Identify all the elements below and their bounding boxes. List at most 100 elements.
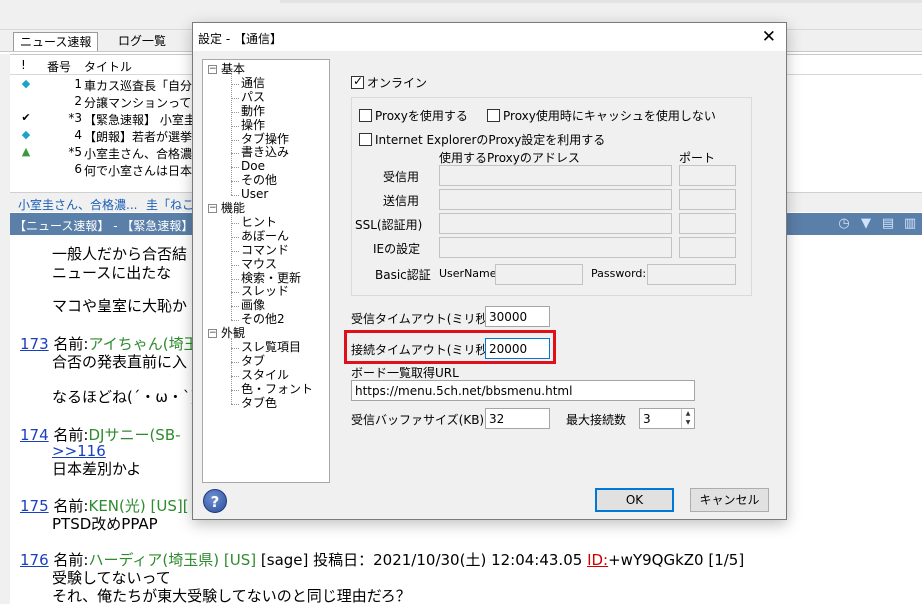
tab-news[interactable]: ニュース速報: [13, 32, 99, 51]
recv-timeout-label: 受信タイムアウト(ミリ秒): [351, 312, 493, 326]
use-proxy-label: Proxyを使用する: [375, 109, 468, 123]
tree-collapse-icon[interactable]: −: [208, 329, 217, 339]
ie-proxy-checkbox[interactable]: Internet ExplorerのProxy設定を利用する: [359, 131, 605, 148]
post-number-link[interactable]: 176: [20, 551, 49, 569]
settings-category-tree: − 基本 通信 パス 動作 操作 タブ操作 書き込み Doe その他 User − 機能 ヒント あぼーんコ…: [202, 59, 330, 483]
check-mark-icon: ✔: [21, 111, 31, 124]
row-number: 1: [74, 77, 82, 91]
col-title[interactable]: タイトル: [84, 58, 132, 75]
tree-item[interactable]: コマンド: [241, 243, 289, 257]
ok-button[interactable]: OK: [595, 488, 674, 512]
conn-timeout-input[interactable]: 20000: [485, 338, 550, 359]
ssl-proxy-port-input[interactable]: [679, 213, 736, 234]
col-mark[interactable]: !: [21, 58, 26, 72]
tree-item[interactable]: マウス: [241, 257, 277, 271]
tree-item[interactable]: 通信: [241, 76, 265, 90]
post-number-link[interactable]: 175: [20, 497, 49, 515]
send-proxy-label: 送信用: [383, 194, 420, 208]
dialog-title: 設定 - 【通信】: [198, 32, 282, 46]
tree-item[interactable]: 画像: [241, 299, 265, 312]
document-icon[interactable]: ▤: [880, 216, 896, 232]
row-title: 何で小室さんは日本で: [84, 164, 205, 178]
ie-proxy-port-input[interactable]: [679, 237, 736, 258]
reload-icon[interactable]: ◷: [836, 216, 852, 232]
post-number-link[interactable]: 173: [20, 335, 49, 353]
use-proxy-checkbox[interactable]: Proxyを使用する: [359, 107, 468, 124]
close-icon[interactable]: ✕: [762, 27, 776, 47]
max-conn-stepper[interactable]: 3 ▲ ▼: [639, 408, 695, 429]
tree-collapse-icon[interactable]: −: [208, 65, 217, 74]
tree-item[interactable]: 色・フォント: [241, 382, 313, 396]
tree-item[interactable]: ヒント: [241, 215, 277, 229]
tree-item[interactable]: スレッド: [241, 285, 289, 298]
up-arrow-icon: ▲: [21, 145, 31, 158]
checkbox-icon: [359, 133, 372, 146]
buffer-size-input[interactable]: 32: [485, 408, 550, 429]
post-id-link[interactable]: ID:: [587, 551, 608, 569]
row-number: 2: [74, 94, 82, 108]
tree-item[interactable]: タブ色: [241, 396, 277, 410]
left-gutter: [0, 54, 10, 604]
tree-item[interactable]: 書き込み: [241, 146, 289, 159]
tree-item[interactable]: 基本: [221, 63, 245, 76]
filter-icon[interactable]: ▼: [858, 216, 874, 232]
ssl-proxy-label: SSL(認証用): [355, 218, 423, 232]
cancel-button[interactable]: キャンセル: [690, 488, 769, 512]
board-url-input[interactable]: https://menu.5ch.net/bbsmenu.html: [351, 380, 695, 401]
new-mark-icon: ◆: [21, 128, 31, 141]
thread-view-title: 【ニュース速報】 - 【緊急速報】 小室: [14, 219, 222, 233]
tree-item[interactable]: その他: [241, 174, 277, 187]
basic-auth-label: Basic認証: [375, 268, 431, 282]
tree-item[interactable]: パス: [241, 90, 265, 104]
proxy-no-cache-label: Proxy使用時にキャッシュを使用しない: [503, 109, 716, 123]
tree-collapse-icon[interactable]: −: [208, 204, 217, 213]
tree-item[interactable]: 動作: [241, 104, 265, 118]
checkbox-icon: [359, 109, 372, 122]
post-text: PTSD改めPPAP: [52, 515, 158, 533]
max-conn-label: 最大接続数: [566, 413, 627, 427]
send-proxy-port-input[interactable]: [679, 189, 736, 210]
port-header: ポート: [679, 151, 716, 165]
tree-item[interactable]: Doe: [241, 160, 265, 173]
board-url-label: ボード一覧取得URL: [351, 366, 459, 380]
recv-proxy-address-input[interactable]: [439, 165, 672, 186]
password-label: Password:: [591, 267, 647, 280]
password-input[interactable]: [647, 264, 736, 285]
tree-item[interactable]: User: [241, 188, 268, 201]
tree-item[interactable]: 検索・更新: [241, 271, 301, 285]
tree-item[interactable]: あぼーん: [241, 229, 289, 243]
tree-item[interactable]: 操作: [241, 118, 265, 132]
online-label: オンライン: [367, 76, 428, 90]
tree-item[interactable]: その他2: [241, 313, 285, 326]
post-text: なるほどね(´・ω・`): [52, 388, 197, 406]
tree-item[interactable]: スタイル: [241, 368, 289, 382]
tree-item[interactable]: タブ: [241, 354, 265, 368]
ie-proxy-address-input[interactable]: [439, 237, 672, 258]
recv-proxy-port-input[interactable]: [679, 165, 736, 186]
export-icon[interactable]: ▥: [902, 216, 918, 232]
post-number-link[interactable]: 174: [20, 426, 49, 444]
online-checkbox[interactable]: オンライン: [351, 74, 427, 91]
tree-item[interactable]: 外観: [221, 327, 245, 340]
send-proxy-address-input[interactable]: [439, 189, 672, 210]
post-id-value: +wY9QGkZ0 [1/5]: [608, 551, 745, 569]
thread-tab[interactable]: 小室圭さん、合格濃...: [18, 196, 137, 213]
post-text: 一般人だから合否結: [52, 245, 188, 263]
conn-timeout-label: 接続タイムアウト(ミリ秒): [351, 343, 493, 357]
row-number: 4: [74, 128, 82, 142]
post-text: 合否の発表直前に入: [52, 353, 188, 371]
row-number: *3: [68, 111, 82, 125]
post-meta: [sage] 投稿日：2021/10/30(土) 12:04:43.05: [260, 551, 583, 569]
col-number[interactable]: 番号: [47, 58, 71, 75]
tree-item[interactable]: スレ覧項目: [241, 341, 301, 354]
proxy-no-cache-checkbox[interactable]: Proxy使用時にキャッシュを使用しない: [487, 107, 716, 124]
row-number: 6: [74, 162, 82, 176]
ssl-proxy-address-input[interactable]: [439, 213, 672, 234]
tab-log-list[interactable]: ログ一覧: [112, 32, 172, 51]
recv-timeout-input[interactable]: 30000: [485, 306, 550, 327]
username-input[interactable]: [495, 264, 583, 285]
spin-arrows-icon[interactable]: ▲ ▼: [681, 409, 694, 428]
help-icon[interactable]: ?: [203, 489, 227, 513]
tree-item[interactable]: タブ操作: [241, 132, 289, 146]
tree-item[interactable]: 機能: [221, 202, 245, 215]
